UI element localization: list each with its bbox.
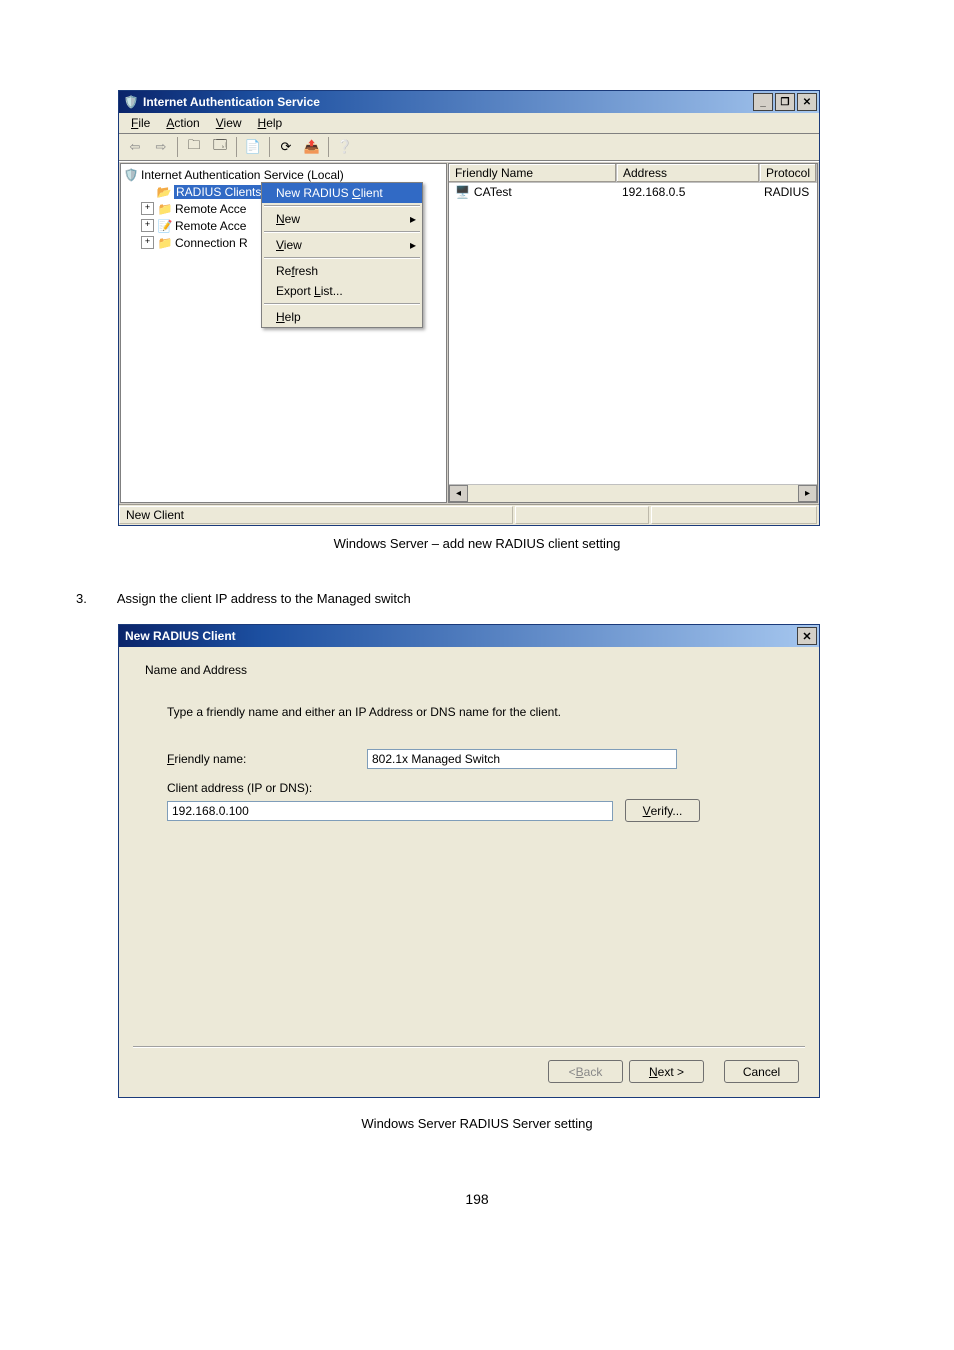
nav-forward-icon[interactable]: ⇨ bbox=[149, 135, 173, 159]
expand-icon[interactable]: + bbox=[141, 236, 154, 249]
ias-window: 🛡️ Internet Authentication Service _ ❐ ✕… bbox=[118, 90, 820, 526]
restore-button[interactable]: ❐ bbox=[775, 93, 795, 111]
folder-icon: 📁 bbox=[157, 236, 173, 250]
list-header: Friendly Name Address Protocol bbox=[449, 164, 817, 183]
ctx-refresh[interactable]: Refresh bbox=[262, 261, 422, 281]
list-row[interactable]: 🖥️ CATest 192.168.0.5 RADIUS bbox=[449, 183, 817, 200]
toolbar: ⇦ ⇨ 🗀 🗔 📄 ⟳ 📤 ❔ bbox=[119, 134, 819, 161]
ctx-help[interactable]: Help bbox=[262, 307, 422, 327]
group-title: Name and Address bbox=[145, 663, 793, 677]
menu-help[interactable]: Help bbox=[250, 115, 291, 131]
logging-icon: 📝 bbox=[157, 219, 173, 233]
folder-open-icon: 📂 bbox=[156, 185, 172, 199]
next-button[interactable]: Next > bbox=[629, 1060, 704, 1083]
step-number: 3. bbox=[76, 591, 87, 606]
status-text: New Client bbox=[119, 506, 513, 524]
step-text: Assign the client IP address to the Mana… bbox=[117, 591, 411, 606]
help-icon[interactable]: ❔ bbox=[333, 135, 357, 159]
cell-address: 192.168.0.5 bbox=[622, 185, 685, 199]
dialog-titlebar: New RADIUS Client ✕ bbox=[119, 625, 819, 647]
dialog-close-button[interactable]: ✕ bbox=[797, 627, 817, 645]
col-friendly-name[interactable]: Friendly Name bbox=[449, 164, 617, 182]
app-icon: 🛡️ bbox=[123, 94, 139, 110]
cell-protocol: RADIUS bbox=[764, 185, 809, 199]
ias-title: Internet Authentication Service bbox=[143, 95, 320, 109]
step-3: 3. Assign the client IP address to the M… bbox=[76, 591, 954, 606]
expand-icon[interactable]: + bbox=[141, 219, 154, 232]
horizontal-scrollbar[interactable]: ◂ ▸ bbox=[449, 484, 817, 502]
expand-icon[interactable]: + bbox=[141, 202, 154, 215]
tree-pane: 🛡️ Internet Authentication Service (Loca… bbox=[120, 163, 447, 503]
properties-icon[interactable]: 📄 bbox=[241, 135, 265, 159]
menu-action[interactable]: Action bbox=[158, 115, 207, 131]
new-radius-client-dialog: New RADIUS Client ✕ Name and Address Typ… bbox=[118, 624, 820, 1098]
submenu-arrow-icon: ▸ bbox=[410, 238, 416, 252]
caption-1: Windows Server – add new RADIUS client s… bbox=[0, 536, 954, 551]
friendly-name-label: Friendly name: bbox=[167, 752, 367, 766]
col-protocol[interactable]: Protocol bbox=[760, 164, 817, 182]
cell-name: CATest bbox=[474, 185, 512, 199]
refresh-icon[interactable]: ⟳ bbox=[274, 135, 298, 159]
tree-root[interactable]: 🛡️ Internet Authentication Service (Loca… bbox=[123, 166, 444, 183]
minimize-button[interactable]: _ bbox=[753, 93, 773, 111]
page-number: 198 bbox=[0, 1191, 954, 1207]
back-button: < Back bbox=[548, 1060, 623, 1083]
dialog-body: Name and Address Type a friendly name an… bbox=[119, 647, 819, 1046]
scroll-left-icon[interactable]: ◂ bbox=[449, 485, 468, 502]
up-folder-icon[interactable]: 🗀 bbox=[182, 135, 206, 159]
show-hide-tree-icon[interactable]: 🗔 bbox=[208, 135, 232, 159]
close-button[interactable]: ✕ bbox=[797, 93, 817, 111]
ctx-new[interactable]: New ▸ bbox=[262, 209, 422, 229]
friendly-name-input[interactable] bbox=[367, 749, 677, 769]
nav-back-icon[interactable]: ⇦ bbox=[123, 135, 147, 159]
col-address[interactable]: Address bbox=[617, 164, 760, 182]
dialog-title: New RADIUS Client bbox=[125, 629, 236, 643]
menu-file[interactable]: File bbox=[123, 115, 158, 131]
export-list-icon[interactable]: 📤 bbox=[300, 135, 324, 159]
service-icon: 🛡️ bbox=[123, 168, 139, 182]
caption-2: Windows Server RADIUS Server setting bbox=[0, 1116, 954, 1131]
ias-titlebar: 🛡️ Internet Authentication Service _ ❐ ✕ bbox=[119, 91, 819, 113]
ctx-view[interactable]: View ▸ bbox=[262, 235, 422, 255]
ias-body: 🛡️ Internet Authentication Service (Loca… bbox=[119, 161, 819, 504]
list-pane: Friendly Name Address Protocol 🖥️ CATest … bbox=[448, 163, 818, 503]
folder-icon: 📁 bbox=[157, 202, 173, 216]
client-address-input[interactable] bbox=[167, 801, 613, 821]
verify-button[interactable]: Verify... bbox=[625, 799, 700, 822]
ctx-export-list[interactable]: Export List... bbox=[262, 281, 422, 301]
cancel-button[interactable]: Cancel bbox=[724, 1060, 799, 1083]
client-address-label: Client address (IP or DNS): bbox=[167, 781, 312, 795]
status-bar: New Client bbox=[119, 504, 819, 525]
menu-view[interactable]: View bbox=[208, 115, 250, 131]
window-sysbuttons: _ ❐ ✕ bbox=[753, 93, 819, 111]
submenu-arrow-icon: ▸ bbox=[410, 212, 416, 226]
menubar: File Action View Help bbox=[119, 113, 819, 134]
context-menu: New RADIUS Client New ▸ View ▸ Refresh E… bbox=[261, 182, 423, 328]
instruction-text: Type a friendly name and either an IP Ad… bbox=[167, 705, 793, 719]
scroll-right-icon[interactable]: ▸ bbox=[798, 485, 817, 502]
wizard-buttons: < Back Next > Cancel bbox=[119, 1048, 819, 1097]
client-icon: 🖥️ bbox=[455, 185, 470, 199]
list-rows: 🖥️ CATest 192.168.0.5 RADIUS bbox=[449, 183, 817, 484]
ctx-new-radius-client[interactable]: New RADIUS Client bbox=[262, 183, 422, 203]
